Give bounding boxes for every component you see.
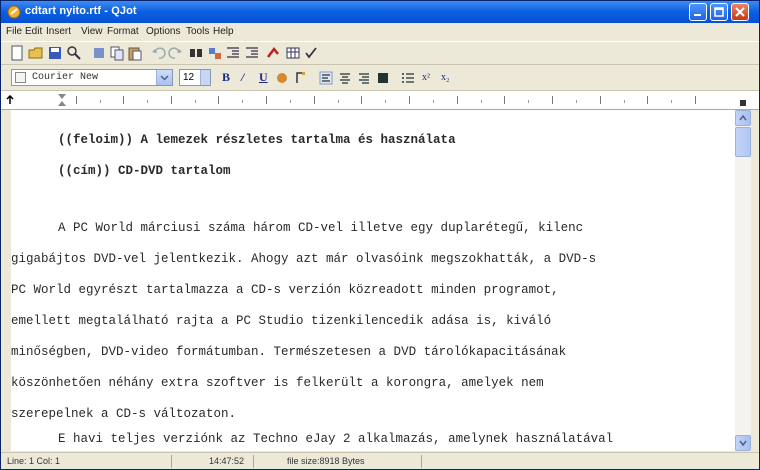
superscript-button[interactable]: x² bbox=[422, 71, 430, 84]
underline-button[interactable]: U bbox=[259, 71, 268, 84]
menu-format[interactable]: Format bbox=[107, 26, 139, 37]
spellcheck-icon[interactable] bbox=[303, 45, 319, 61]
ruler[interactable] bbox=[1, 91, 759, 110]
status-bar: Line: 1 Col: 1 14:47:52 file size:8918 B… bbox=[1, 452, 759, 469]
scroll-down-button[interactable] bbox=[735, 435, 751, 451]
doc-line: emellett megtalálható rajta a PC Studio … bbox=[11, 314, 552, 328]
copy-icon[interactable] bbox=[109, 45, 125, 61]
close-button[interactable] bbox=[731, 3, 749, 21]
font-name: Courier New bbox=[32, 72, 99, 83]
menu-edit[interactable]: Edit bbox=[25, 26, 42, 37]
doc-line: minőségben, DVD-video formátumban. Termé… bbox=[11, 345, 567, 359]
bullet-list-icon[interactable] bbox=[401, 71, 415, 85]
minimize-button[interactable] bbox=[689, 3, 707, 21]
undo-icon[interactable] bbox=[151, 45, 167, 61]
align-center-icon[interactable] bbox=[338, 71, 352, 85]
tab-type-icon[interactable] bbox=[5, 95, 15, 105]
print-preview-icon[interactable] bbox=[66, 45, 82, 61]
font-size-value: 12 bbox=[183, 72, 195, 83]
standard-toolbar bbox=[1, 42, 759, 65]
cursor-position: Line: 1 Col: 1 bbox=[7, 456, 61, 466]
save-icon[interactable] bbox=[47, 45, 63, 61]
replace-icon[interactable] bbox=[207, 45, 223, 61]
status-time: 14:47:52 bbox=[209, 456, 245, 466]
chevron-up-icon bbox=[739, 114, 747, 121]
font-select[interactable]: Courier New bbox=[11, 69, 173, 86]
window-title: cdtart nyito.rtf - QJot bbox=[25, 5, 137, 17]
indent-marker-icon[interactable] bbox=[57, 93, 67, 107]
title-bar[interactable]: cdtart nyito.rtf - QJot bbox=[1, 1, 759, 23]
app-icon bbox=[7, 5, 21, 19]
open-folder-icon[interactable] bbox=[28, 45, 44, 61]
maximize-button[interactable] bbox=[710, 3, 728, 21]
align-left-icon[interactable] bbox=[319, 71, 333, 85]
vertical-scrollbar[interactable] bbox=[735, 110, 751, 451]
font-size-stepper[interactable]: 12 bbox=[179, 69, 211, 86]
scroll-thumb[interactable] bbox=[735, 127, 751, 157]
format-toolbar: Courier New 12 B / U x² x₂ bbox=[1, 65, 759, 91]
minimize-icon bbox=[694, 14, 701, 16]
paste-icon[interactable] bbox=[127, 45, 143, 61]
chevron-down-icon bbox=[739, 440, 747, 447]
cut-icon[interactable] bbox=[91, 45, 107, 61]
bold-button[interactable]: B bbox=[222, 71, 230, 84]
menu-bar: File Edit Insert View Format Options Too… bbox=[1, 23, 759, 42]
right-margin-marker-icon[interactable] bbox=[739, 97, 749, 107]
document-editor[interactable]: ((feloim)) A lemezek részletes tartalma … bbox=[11, 110, 735, 451]
doc-line: PC World egyrészt tartalmazza a CD-s ver… bbox=[11, 283, 559, 297]
italic-button[interactable]: / bbox=[241, 71, 244, 84]
text-color-icon[interactable] bbox=[275, 71, 289, 85]
chevron-down-icon[interactable] bbox=[156, 70, 172, 85]
highlight-icon[interactable] bbox=[294, 71, 308, 85]
doc-line: gigabájtos DVD-vel jelentkezik. Ahogy az… bbox=[11, 252, 597, 266]
app-window: cdtart nyito.rtf - QJot File Edit Insert… bbox=[0, 0, 760, 470]
maximize-icon bbox=[714, 7, 724, 17]
insert-image-icon[interactable] bbox=[266, 45, 282, 61]
increase-indent-icon[interactable] bbox=[244, 45, 260, 61]
scroll-up-button[interactable] bbox=[735, 110, 751, 126]
doc-line: E havi teljes verziónk az Techno eJay 2 … bbox=[58, 432, 614, 446]
subscript-button[interactable]: x₂ bbox=[441, 71, 450, 84]
justify-icon[interactable] bbox=[376, 71, 390, 85]
doc-line: köszönhetően néhány extra szoftver is fe… bbox=[11, 376, 544, 390]
doc-line: ((feloim)) A lemezek részletes tartalma … bbox=[58, 133, 456, 147]
menu-insert[interactable]: Insert bbox=[46, 26, 71, 37]
find-icon[interactable] bbox=[188, 45, 204, 61]
redo-icon[interactable] bbox=[167, 45, 183, 61]
new-document-icon[interactable] bbox=[9, 45, 25, 61]
align-right-icon[interactable] bbox=[357, 71, 371, 85]
doc-line: ((cím)) CD-DVD tartalom bbox=[58, 164, 231, 178]
insert-table-icon[interactable] bbox=[285, 45, 301, 61]
doc-line: A PC World márciusi száma három CD-vel i… bbox=[58, 221, 584, 235]
decrease-indent-icon[interactable] bbox=[225, 45, 241, 61]
doc-line: szerepelnek a CD-s változaton. bbox=[11, 407, 237, 421]
menu-view[interactable]: View bbox=[81, 26, 103, 37]
paragraph-style-icon bbox=[15, 72, 26, 83]
menu-file[interactable]: File bbox=[6, 26, 22, 37]
menu-help[interactable]: Help bbox=[213, 26, 234, 37]
spin-arrows-icon[interactable] bbox=[200, 70, 210, 85]
menu-tools[interactable]: Tools bbox=[186, 26, 209, 37]
menu-options[interactable]: Options bbox=[146, 26, 180, 37]
file-size: file size:8918 Bytes bbox=[287, 456, 365, 466]
close-icon bbox=[735, 7, 745, 17]
